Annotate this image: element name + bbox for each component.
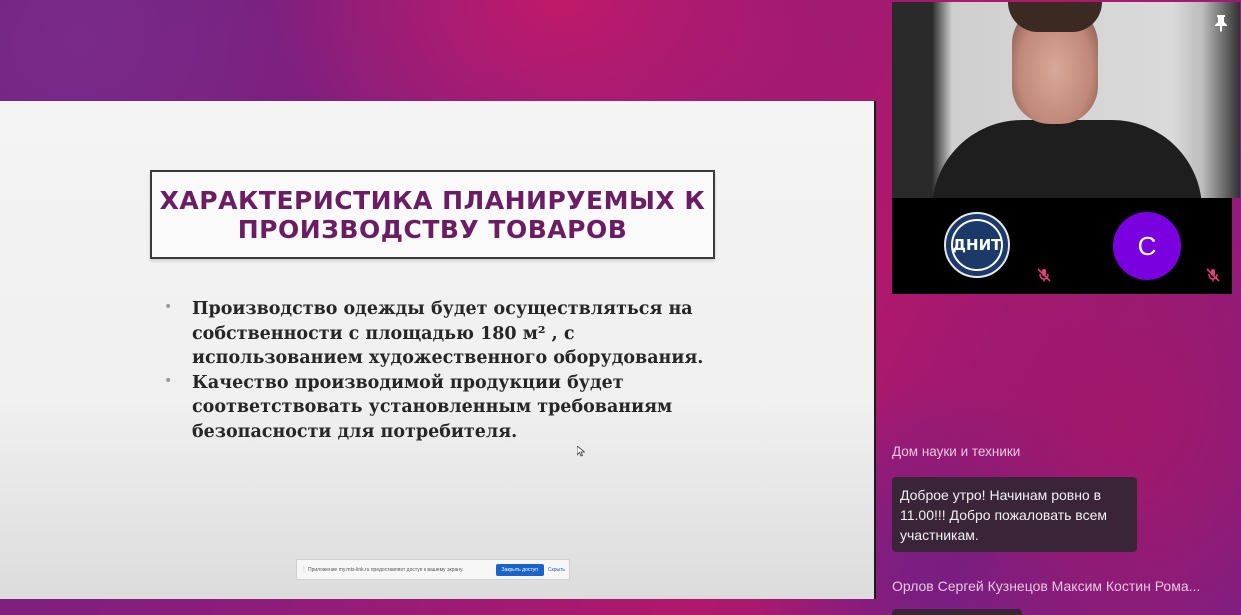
slide-title-box: ХАРАКТЕРИСТИКА ПЛАНИРУЕМЫХ К ПРОИЗВОДСТВ… [150,170,715,259]
avatar-dnit[interactable]: ДНИТ [944,212,1010,278]
bullet-line: Производство одежды будет осуществляться… [192,299,693,319]
avatar-c[interactable]: С [1113,212,1181,280]
slide-bullet: • Производство одежды будет осуществлять… [164,297,704,371]
avatar-dnit-label: ДНИТ [952,236,1002,254]
bullet-line: использованием художественного оборудова… [192,348,704,368]
slide-title: ХАРАКТЕРИСТИКА ПЛАНИРУЕМЫХ К ПРОИЗВОДСТВ… [160,186,706,244]
bullet-line: безопасности для потребителя. [192,421,518,442]
bullet-line: Качество производимой продукции будет [192,372,624,393]
chat-message-line: участникам. [900,527,979,543]
mic-off-icon [1037,268,1051,282]
chat-next-sender: Орлов Сергей Кузнецов Максим Костин Рома… [892,578,1201,594]
bullet-line: собственности с площадью 180 м² , с [192,323,575,344]
chat-next-bubble [892,609,1022,615]
cursor-icon [577,446,585,457]
bullet-text: Производство одежды будет осуществляться… [192,297,703,371]
slide-bullet-list: • Производство одежды будет осуществлять… [164,297,704,444]
chat-sender-name: Дом науки и техники [892,444,1021,459]
slide-title-line2: ПРОИЗВОДСТВУ ТОВАРОВ [237,214,628,244]
chat-message-line: 11.00!!! Добро пожаловать всем [900,507,1107,523]
speaker-video-tile[interactable] [892,2,1240,198]
slide-title-line1: ХАРАКТЕРИСТИКА ПЛАНИРУЕМЫХ К [159,185,706,215]
stop-sharing-button[interactable]: Закрыть доступ [495,563,544,576]
share-message: Приложение my.mts-link.ru предоставляет … [308,566,464,573]
screen-share-notification-bar: ⋮ Приложение my.mts-link.ru предоставляе… [296,559,570,580]
chat-message-line: Доброе утро! Начинам ровно в [900,487,1102,503]
bullet-dot: • [164,299,173,315]
bullet-dot: • [164,372,173,389]
participants-strip: ДНИТ С [892,198,1232,294]
shared-screen-slide: ХАРАКТЕРИСТИКА ПЛАНИРУЕМЫХ К ПРОИЗВОДСТВ… [0,101,876,599]
bullet-text: Качество производимой продукции будет со… [192,371,672,445]
drag-handle-icon[interactable]: ⋮ [301,566,307,573]
mic-off-icon [1206,268,1220,282]
bullet-line: соответствовать установленным требования… [192,397,673,417]
hide-bar-link[interactable]: Скрыть [548,567,565,573]
avatar-dnit-ring: ДНИТ [951,219,1003,271]
slide-bullet: • Качество производимой продукции будет … [164,371,704,445]
chat-message-bubble: Доброе утро! Начинам ровно в 11.00!!! До… [892,477,1137,552]
pin-icon[interactable] [1214,14,1228,32]
